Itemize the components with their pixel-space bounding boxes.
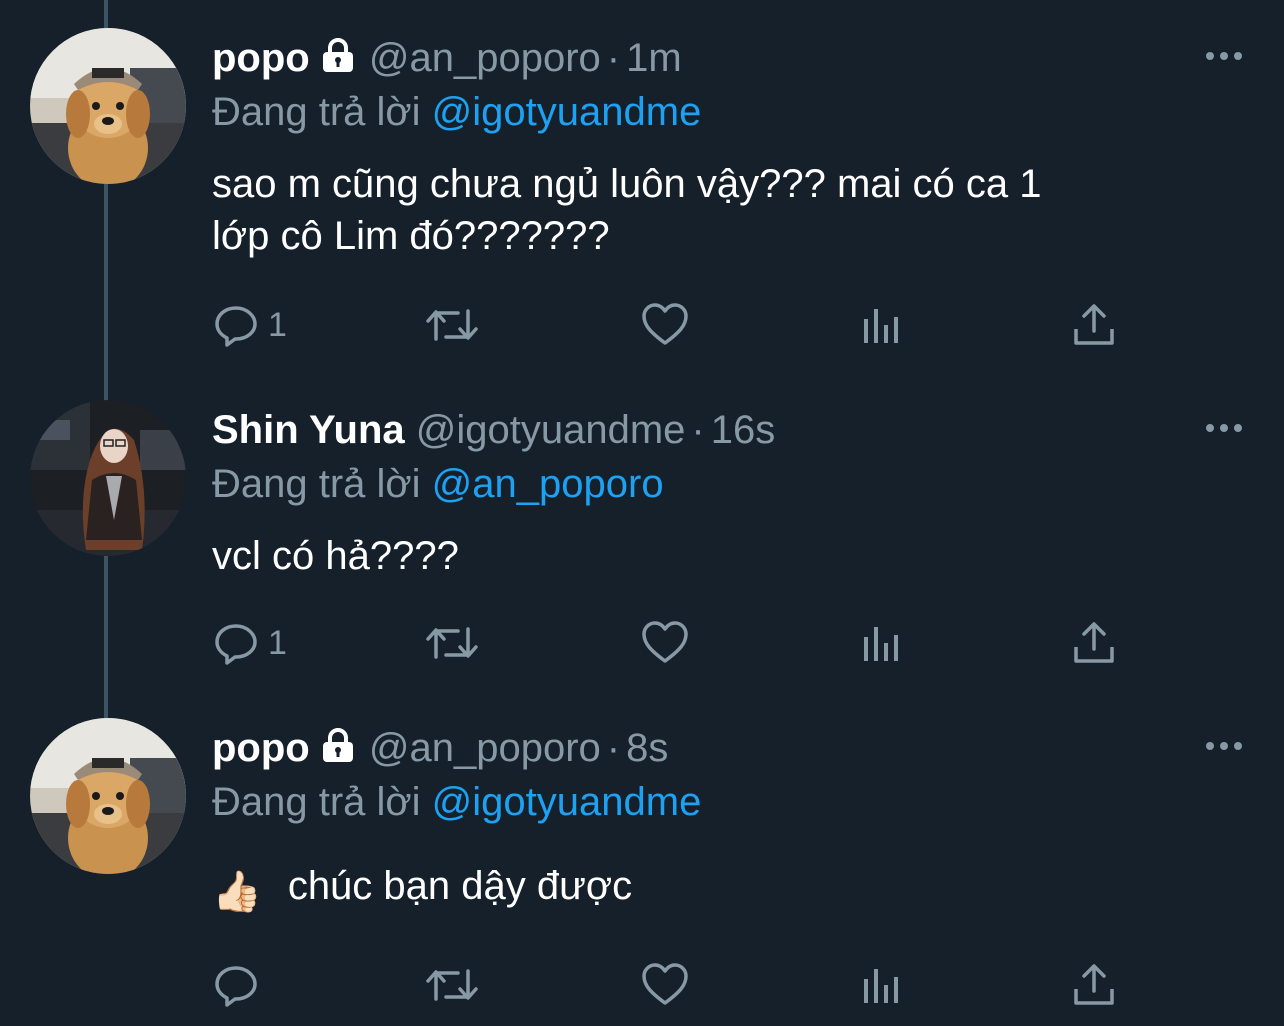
share-icon [1074,964,1114,1005]
share-icon [1074,622,1114,663]
separator-dot: · [606,726,621,770]
replying-to-label: Đang trả lời [212,462,421,506]
tweet-actions [212,960,1132,1010]
like-icon [642,621,688,663]
tweet[interactable]: popo @an_poporo · 1m Đang trả lời @igotyua… [0,0,1284,372]
tweet-text: 👍🏻 chúc bạn dậy được [212,860,1232,918]
retweet-button[interactable] [424,300,480,350]
like-button[interactable] [640,960,690,1010]
reply-icon [215,624,257,665]
tweet-actions: 1 [212,618,1132,668]
timestamp[interactable]: 8s [626,726,668,770]
mention-link[interactable]: @igotyuandme [432,90,702,134]
retweet-icon [426,969,478,1001]
reply-button[interactable]: 1 [212,300,287,350]
tweet-actions: 1 [212,300,1132,350]
tweet-text-line: sao m cũng chưa ngủ luôn vậy??? mai có c… [212,162,1042,206]
share-icon [1074,304,1114,345]
separator-dot: · [606,36,621,80]
tweet[interactable]: popo @an_poporo · 8s Đang trả lời @igotyua… [0,690,1284,1026]
analytics-icon [864,309,898,343]
like-button[interactable] [640,300,690,350]
display-name[interactable]: popo [212,726,310,770]
replying-to: Đang trả lời @igotyuandme [212,87,701,137]
more-icon[interactable] [1204,418,1244,438]
like-icon [642,963,688,1005]
reply-count: 1 [268,623,287,662]
tweet-text: sao m cũng chưa ngủ luôn vậy??? mai có c… [212,158,1232,262]
tweet-text-line: vcl có hả???? [212,534,459,578]
reply-button[interactable] [212,960,268,1010]
analytics-icon [864,969,898,1003]
tweet-text-line: lớp cô Lim đó??????? [212,214,610,258]
handle[interactable]: @an_poporo [369,726,601,770]
like-icon [642,303,688,345]
timestamp[interactable]: 16s [711,408,776,452]
tweet-header: Shin Yuna @igotyuandme · 16s [212,406,775,454]
timestamp[interactable]: 1m [626,36,682,80]
analytics-button[interactable] [860,618,904,668]
handle[interactable]: @an_poporo [369,36,601,80]
retweet-button[interactable] [424,618,480,668]
girl-night-street-avatar [30,400,186,556]
mention-link[interactable]: @an_poporo [432,462,664,506]
tweet[interactable]: Shin Yuna @igotyuandme · 16s Đang trả lời … [0,372,1284,702]
handle[interactable]: @igotyuandme [416,408,686,452]
like-button[interactable] [640,618,690,668]
more-icon[interactable] [1204,736,1244,756]
retweet-button[interactable] [424,960,480,1010]
more-icon[interactable] [1204,46,1244,66]
replying-to-label: Đang trả lời [212,90,421,134]
share-button[interactable] [1072,618,1116,668]
avatar[interactable] [30,718,186,874]
replying-to: Đang trả lời @an_poporo [212,459,664,509]
separator-dot: · [691,408,705,452]
share-button[interactable] [1072,960,1116,1010]
golden-retriever-puppy-avatar [30,28,186,184]
tweet-header: popo @an_poporo · 8s [212,724,668,774]
mention-link[interactable]: @igotyuandme [432,780,702,824]
replying-to-label: Đang trả lời [212,780,421,824]
tweet-text-line: chúc bạn dậy được [287,864,633,908]
avatar[interactable] [30,400,186,556]
retweet-icon [426,309,478,341]
reply-icon [215,966,257,1007]
replying-to: Đang trả lời @igotyuandme [212,777,701,827]
analytics-icon [864,627,898,661]
thumbs-up-icon: 👍🏻 [212,870,262,914]
display-name[interactable]: Shin Yuna [212,408,405,452]
reply-count: 1 [268,305,287,344]
tweet-header: popo @an_poporo · 1m [212,34,682,84]
retweet-icon [426,627,478,659]
lock-icon [318,726,358,774]
golden-retriever-puppy-avatar [30,718,186,874]
lock-icon [318,36,358,84]
reply-icon [215,306,257,347]
reply-button[interactable]: 1 [212,618,287,668]
analytics-button[interactable] [860,960,904,1010]
share-button[interactable] [1072,300,1116,350]
analytics-button[interactable] [860,300,904,350]
tweet-text: vcl có hả???? [212,530,1232,582]
display-name[interactable]: popo [212,36,310,80]
avatar[interactable] [30,28,186,184]
